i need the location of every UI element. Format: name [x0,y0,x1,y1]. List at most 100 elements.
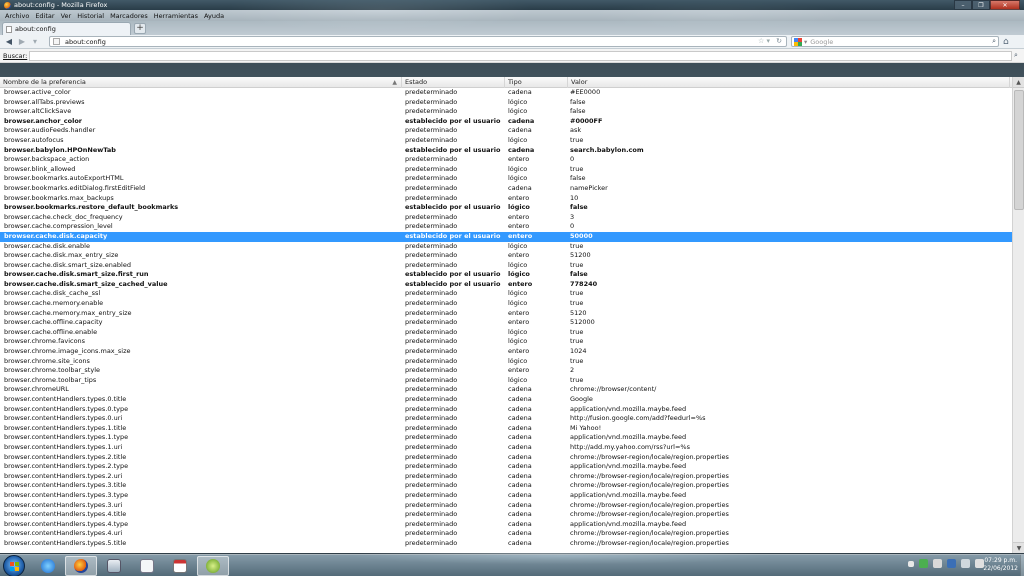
google-engine-icon[interactable] [794,37,802,46]
table-row[interactable]: browser.contentHandlers.types.1.type pred… [0,433,1012,443]
show-hidden-icons-icon[interactable] [908,560,914,567]
scroll-thumb[interactable] [1014,90,1024,210]
table-row[interactable]: browser.chromeURL predeterminado cadena chr… [0,385,1012,395]
taskbar-clock[interactable]: 07:29 p.m. 22/06/2012 [983,557,1018,573]
column-header-name[interactable]: Nombre de la preferencia ▲ [0,77,402,88]
table-row[interactable]: browser.contentHandlers.types.1.title pre… [0,424,1012,434]
taskbar-app-q[interactable] [197,556,229,576]
vertical-scrollbar[interactable]: ▲ ▼ [1012,77,1024,553]
table-row[interactable]: browser.bookmarks.max_backups predetermin… [0,194,1012,204]
bookmark-star-icon[interactable]: ☆ ▾ [758,37,770,45]
close-button[interactable]: ✕ [990,0,1020,10]
table-row[interactable]: browser.audioFeeds.handler predeterminado… [0,126,1012,136]
table-row[interactable]: browser.contentHandlers.types.4.type pred… [0,520,1012,530]
reload-icon[interactable]: ↻ [776,37,782,45]
table-row[interactable]: browser.cache.memory.enable predeterminad… [0,299,1012,309]
table-row[interactable]: browser.cache.disk_cache_ssl predetermina… [0,289,1012,299]
table-row[interactable]: browser.contentHandlers.types.0.uri prede… [0,414,1012,424]
table-row[interactable]: browser.contentHandlers.types.3.uri prede… [0,501,1012,511]
table-row[interactable]: browser.cache.disk.smart_size.enabled pre… [0,261,1012,271]
table-row[interactable]: browser.cache.offline.enable predetermina… [0,328,1012,338]
pref-status: predeterminado [405,356,458,365]
table-row[interactable]: browser.chrome.toolbar_tips predeterminad… [0,376,1012,386]
table-row[interactable]: browser.autofocus predeterminado lógico tru… [0,136,1012,146]
menu-archivo[interactable]: Archivo [2,12,32,20]
pref-status: predeterminado [405,500,458,509]
table-row[interactable]: browser.babylon.HPOnNewTab establecido po… [0,146,1012,156]
menu-ayuda[interactable]: Ayuda [201,12,227,20]
table-row[interactable]: browser.contentHandlers.types.2.type pred… [0,462,1012,472]
scroll-down-arrow-icon[interactable]: ▼ [1013,542,1024,553]
table-row[interactable]: browser.cache.compression_level predeterm… [0,222,1012,232]
start-button[interactable] [3,555,25,576]
table-row[interactable]: browser.cache.disk.enable predeterminado l… [0,242,1012,252]
table-row[interactable]: browser.contentHandlers.types.1.uri prede… [0,443,1012,453]
taskbar-internet-explorer[interactable] [32,556,64,576]
table-row[interactable]: browser.contentHandlers.types.0.title pre… [0,395,1012,405]
maximize-button[interactable]: ❐ [972,0,990,10]
engine-dropdown-icon[interactable]: ▾ [804,38,807,46]
table-row[interactable]: browser.cache.disk.smart_size_cached_val… [0,280,1012,290]
network-icon[interactable] [961,559,970,568]
taskbar-firefox[interactable] [65,556,97,576]
table-row[interactable]: browser.bookmarks.editDialog.firstEditFi… [0,184,1012,194]
column-header-type[interactable]: Tipo [505,77,568,88]
show-desktop-button[interactable] [1020,555,1024,576]
table-row[interactable]: browser.chrome.toolbar_style predetermina… [0,366,1012,376]
history-dropdown-icon[interactable]: ▾ [30,37,40,47]
table-row[interactable]: browser.cache.disk.max_entry_size predete… [0,251,1012,261]
taskbar-notepad[interactable] [131,556,163,576]
table-row[interactable]: browser.backspace_action predeterminado en… [0,155,1012,165]
table-row[interactable]: browser.chrome.site_icons predeterminado l… [0,357,1012,367]
scroll-up-arrow-icon[interactable]: ▲ [1013,77,1024,88]
table-row[interactable]: browser.contentHandlers.types.2.title pre… [0,453,1012,463]
column-header-status[interactable]: Estado [402,77,505,88]
table-row[interactable]: browser.contentHandlers.types.4.title pre… [0,510,1012,520]
table-row[interactable]: browser.cache.disk.capacity establecido p… [0,231,1012,242]
table-row[interactable]: browser.altClickSave predeterminado lógico… [0,107,1012,117]
table-row[interactable]: browser.bookmarks.restore_default_bookma… [0,203,1012,213]
table-row[interactable]: browser.cache.check_doc_frequency predete… [0,213,1012,223]
taskbar-calendar[interactable] [164,556,196,576]
site-identity-icon[interactable] [53,38,60,45]
taskbar-windows-explorer[interactable] [98,556,130,576]
menu-marcadores[interactable]: Marcadores [107,12,151,20]
table-row[interactable]: browser.anchor_color establecido por el u… [0,117,1012,127]
tray-flag-icon[interactable] [947,559,956,568]
menu-ver[interactable]: Ver [58,12,75,20]
menu-historial[interactable]: Historial [74,12,107,20]
table-row[interactable]: browser.chrome.favicons predeterminado lóg… [0,337,1012,347]
table-row[interactable]: browser.contentHandlers.types.2.uri prede… [0,472,1012,482]
home-icon[interactable]: ⌂ [1003,37,1009,47]
forward-button[interactable]: ▶ [17,37,27,47]
table-row[interactable]: browser.contentHandlers.types.3.type pred… [0,491,1012,501]
table-row[interactable]: browser.contentHandlers.types.5.title pre… [0,539,1012,549]
search-icon[interactable]: ⌕ [992,37,996,46]
tray-app-icon[interactable] [919,559,928,568]
table-row[interactable]: browser.active_color predeterminado cadena… [0,88,1012,98]
table-row[interactable]: browser.cache.offline.capacity predetermi… [0,318,1012,328]
menu-herramientas[interactable]: Herramientas [151,12,201,20]
search-bar[interactable]: ▾ Google ⌕ [791,36,999,47]
table-row[interactable]: browser.bookmarks.autoExportHTML predeter… [0,174,1012,184]
table-row[interactable]: browser.allTabs.previews predeterminado ló… [0,98,1012,108]
table-row[interactable]: browser.chrome.image_icons.max_size prede… [0,347,1012,357]
window-title: about:config - Mozilla Firefox [14,1,108,9]
filter-input[interactable] [29,50,1012,61]
tray-utility-icon[interactable] [933,559,942,568]
table-row[interactable]: browser.contentHandlers.types.0.type pred… [0,405,1012,415]
table-row[interactable]: browser.contentHandlers.types.3.title pre… [0,481,1012,491]
new-tab-button[interactable]: + [134,23,146,34]
column-header-value[interactable]: Valor [568,77,1010,88]
minimize-button[interactable]: – [954,0,972,10]
table-row[interactable]: browser.cache.disk.smart_size.first_run e… [0,270,1012,280]
table-row[interactable]: browser.blink_allowed predeterminado lógic… [0,165,1012,175]
menu-editar[interactable]: Editar [32,12,57,20]
tab-about-config[interactable]: about:config [2,22,131,35]
back-button[interactable]: ◀ [4,37,14,47]
table-row[interactable]: browser.cache.memory.max_entry_size prede… [0,309,1012,319]
filter-search-icon[interactable]: ⌕ [1014,51,1024,60]
pref-value: false [570,107,586,116]
table-row[interactable]: browser.contentHandlers.types.4.uri prede… [0,529,1012,539]
url-bar[interactable]: about:config ☆ ▾ ↻ [49,36,787,47]
